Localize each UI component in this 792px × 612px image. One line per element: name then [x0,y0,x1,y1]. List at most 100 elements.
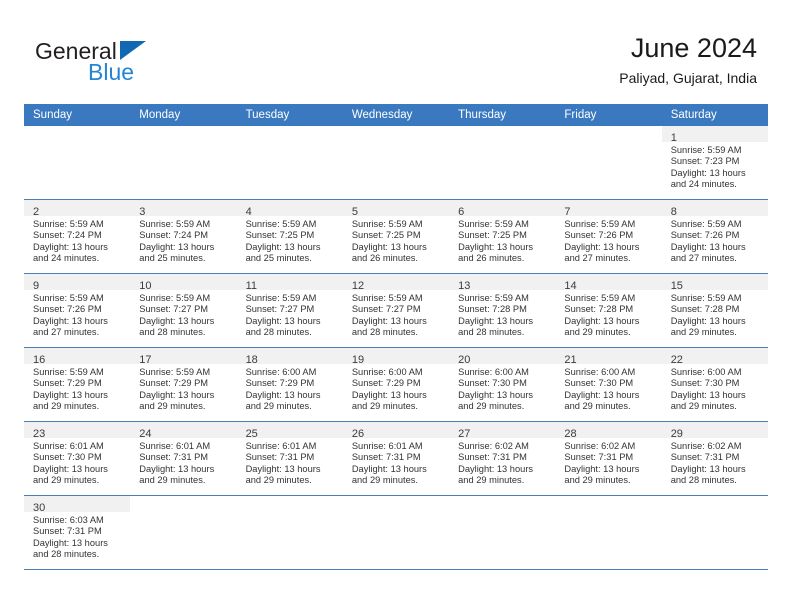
sunrise-text: Sunrise: 6:00 AM [564,367,636,377]
calendar-day-cell[interactable]: 9 Sunrise: 5:59 AM Sunset: 7:26 PM Daylight… [24,274,131,348]
calendar-day-cell[interactable]: 16 Sunrise: 5:59 AM Sunset: 7:29 PM Dayligh… [24,348,131,422]
day-number: 8 [670,206,677,218]
day-cell-details: Sunrise: 5:59 AM Sunset: 7:23 PM Daylight:… [662,142,768,191]
day-cell-inner: 8 Sunrise: 5:59 AM Sunset: 7:26 PM Daylight… [661,200,768,274]
daylight-text-line1: Daylight: 13 hours [670,167,746,178]
calendar-body: 1 Sunrise: 5:59 AM Sunset: 7:23 PM Daylight… [24,126,768,570]
brand-name-blue: Blue [88,59,135,85]
calendar-day-cell[interactable]: 1 Sunrise: 5:59 AM Sunset: 7:23 PM Daylight… [661,126,768,200]
sunset-text: Sunset: 7:25 PM [351,230,421,241]
day-number-band: 16 [24,348,131,366]
day-cell-details: Sunrise: 6:00 AM Sunset: 7:29 PM Daylight:… [343,364,449,413]
sunset-text: Sunset: 7:31 PM [351,452,421,463]
sunset-text: Sunset: 7:25 PM [458,230,527,241]
brand-logo[interactable]: General Blue [35,38,255,94]
weekday-header-row: Sunday Monday Tuesday Wednesday Thursday… [24,104,768,126]
daylight-text-line2: and 29 minutes. [564,475,631,486]
day-cell-inner: 28 Sunrise: 6:02 AM Sunset: 7:31 PM Dayligh… [555,422,662,496]
calendar-day-cell[interactable]: 14 Sunrise: 5:59 AM Sunset: 7:28 PM Dayligh… [555,274,662,348]
day-number: 15 [670,280,683,292]
day-number: 26 [351,428,365,440]
calendar-day-cell[interactable]: 28 Sunrise: 6:02 AM Sunset: 7:31 PM Dayligh… [555,422,662,496]
calendar-cell-empty [342,496,450,570]
calendar-day-cell[interactable]: 2 Sunrise: 5:59 AM Sunset: 7:24 PM Daylight… [24,200,131,274]
calendar-day-cell[interactable]: 23 Sunrise: 6:01 AM Sunset: 7:30 PM Dayligh… [24,422,131,496]
daylight-text-line1: Daylight: 13 hours [670,463,746,474]
calendar-day-cell[interactable]: 6 Sunrise: 5:59 AM Sunset: 7:25 PM Daylight… [449,200,556,274]
calendar-cell-empty [24,126,131,200]
day-cell-details: Sunrise: 6:03 AM Sunset: 7:31 PM Daylight:… [24,512,130,561]
sunset-text: Sunset: 7:31 PM [564,452,634,463]
calendar-day-cell[interactable]: 7 Sunrise: 5:59 AM Sunset: 7:26 PM Daylight… [555,200,662,274]
calendar-day-cell[interactable]: 10 Sunrise: 5:59 AM Sunset: 7:27 PM Dayligh… [130,274,237,348]
daylight-text-line2: and 27 minutes. [33,327,100,338]
day-number: 13 [458,280,471,292]
calendar-cell-empty [555,126,662,200]
weekday-header-sunday: Sunday [24,104,131,126]
calendar-day-cell[interactable]: 24 Sunrise: 6:01 AM Sunset: 7:31 PM Dayligh… [130,422,237,496]
calendar-day-cell[interactable]: 17 Sunrise: 5:59 AM Sunset: 7:29 PM Dayligh… [130,348,237,422]
day-number-band: 29 [661,422,768,440]
calendar-day-cell[interactable]: 30 Sunrise: 6:03 AM Sunset: 7:31 PM Dayligh… [24,496,131,570]
day-cell-details: Sunrise: 6:01 AM Sunset: 7:31 PM Daylight:… [343,438,449,487]
sunrise-text: Sunrise: 6:00 AM [351,367,423,377]
day-cell-inner: 20 Sunrise: 6:00 AM Sunset: 7:30 PM Dayligh… [449,348,556,422]
day-number: 17 [139,354,152,366]
sunrise-text: Sunrise: 6:01 AM [33,441,104,451]
calendar-day-cell[interactable]: 19 Sunrise: 6:00 AM Sunset: 7:29 PM Dayligh… [342,348,450,422]
calendar-day-cell[interactable]: 15 Sunrise: 5:59 AM Sunset: 7:28 PM Dayligh… [661,274,768,348]
day-number-band: 1 [661,126,768,144]
daylight-text-line2: and 29 minutes. [351,475,418,486]
sunset-text: Sunset: 7:30 PM [458,378,527,389]
sunrise-text: Sunrise: 5:59 AM [564,219,636,229]
day-cell-details: Sunrise: 5:59 AM Sunset: 7:27 PM Daylight:… [130,290,236,339]
day-number-band: 23 [24,422,131,440]
weekday-header-saturday: Saturday [661,104,768,126]
day-number-band: 22 [661,348,768,366]
day-cell-inner: 7 Sunrise: 5:59 AM Sunset: 7:26 PM Daylight… [555,200,662,274]
calendar-day-cell[interactable]: 11 Sunrise: 5:59 AM Sunset: 7:27 PM Dayligh… [236,274,343,348]
calendar-day-cell[interactable]: 13 Sunrise: 5:59 AM Sunset: 7:28 PM Dayligh… [449,274,556,348]
daylight-text-line1: Daylight: 13 hours [458,389,534,400]
daylight-text-line1: Daylight: 13 hours [33,315,108,326]
calendar-day-cell[interactable]: 21 Sunrise: 6:00 AM Sunset: 7:30 PM Dayligh… [555,348,662,422]
calendar-day-cell[interactable]: 27 Sunrise: 6:02 AM Sunset: 7:31 PM Dayligh… [449,422,556,496]
day-number: 10 [139,280,152,292]
calendar-day-cell[interactable]: 20 Sunrise: 6:00 AM Sunset: 7:30 PM Dayligh… [449,348,556,422]
calendar-day-cell[interactable]: 5 Sunrise: 5:59 AM Sunset: 7:25 PM Daylight… [342,200,450,274]
daylight-text-line2: and 28 minutes. [351,327,418,338]
daylight-text-line1: Daylight: 13 hours [564,463,640,474]
calendar-day-cell[interactable]: 4 Sunrise: 5:59 AM Sunset: 7:25 PM Daylight… [236,200,343,274]
empty-day-cell [130,126,237,200]
sunset-text: Sunset: 7:31 PM [670,452,740,463]
calendar-day-cell[interactable]: 25 Sunrise: 6:01 AM Sunset: 7:31 PM Dayligh… [236,422,343,496]
calendar-day-cell[interactable]: 29 Sunrise: 6:02 AM Sunset: 7:31 PM Dayligh… [661,422,768,496]
calendar-day-cell[interactable]: 3 Sunrise: 5:59 AM Sunset: 7:24 PM Daylight… [130,200,237,274]
sunrise-text: Sunrise: 5:59 AM [33,219,104,229]
calendar-week-row: 23 Sunrise: 6:01 AM Sunset: 7:30 PM Dayligh… [24,422,768,496]
calendar-cell-empty [130,496,237,570]
calendar-day-cell[interactable]: 22 Sunrise: 6:00 AM Sunset: 7:30 PM Dayligh… [661,348,768,422]
day-number: 2 [33,206,40,218]
day-cell-inner: 19 Sunrise: 6:00 AM Sunset: 7:29 PM Dayligh… [342,348,450,422]
calendar-day-cell[interactable]: 18 Sunrise: 6:00 AM Sunset: 7:29 PM Dayligh… [236,348,343,422]
calendar-day-cell[interactable]: 12 Sunrise: 5:59 AM Sunset: 7:27 PM Dayligh… [342,274,450,348]
day-number: 22 [670,354,683,366]
calendar-day-cell[interactable]: 26 Sunrise: 6:01 AM Sunset: 7:31 PM Dayligh… [342,422,450,496]
sunrise-text: Sunrise: 5:59 AM [33,293,104,303]
sunset-text: Sunset: 7:27 PM [245,304,315,315]
daylight-text-line1: Daylight: 13 hours [564,241,640,252]
daylight-text-line2: and 25 minutes. [139,253,206,264]
empty-day-cell [555,126,662,200]
daylight-text-line1: Daylight: 13 hours [351,463,427,474]
calendar-week-row: 2 Sunrise: 5:59 AM Sunset: 7:24 PM Daylight… [24,200,768,274]
daylight-text-line1: Daylight: 13 hours [245,241,321,252]
page-header: General Blue June 2024 Paliyad, Gujarat,… [0,0,792,100]
daylight-text-line2: and 29 minutes. [139,475,206,486]
calendar-day-cell[interactable]: 8 Sunrise: 5:59 AM Sunset: 7:26 PM Daylight… [661,200,768,274]
daylight-text-line2: and 29 minutes. [351,401,418,412]
day-number: 11 [245,280,257,292]
day-number-band: 19 [342,348,450,366]
day-number-band: 6 [449,200,556,218]
daylight-text-line1: Daylight: 13 hours [351,241,427,252]
